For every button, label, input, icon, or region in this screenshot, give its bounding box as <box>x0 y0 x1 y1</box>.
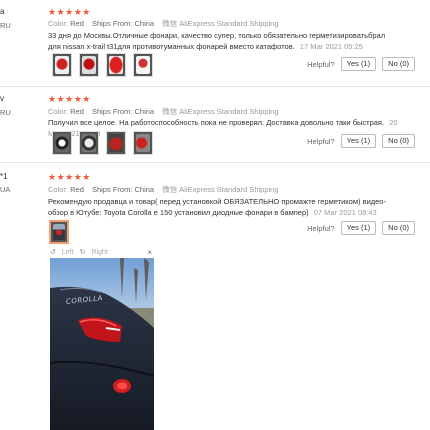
shipping-method: AliExpress Standard Shipping <box>179 107 279 116</box>
review-meta: Color: Red Ships From: China 微信 AliExpre… <box>48 106 279 117</box>
review-item: a RU ★★★★★ Color: Red Ships From: China … <box>0 0 430 86</box>
review-date: 07 Mar 2021 08:43 <box>313 207 377 217</box>
helpful-yes-button[interactable]: Yes (1) <box>340 134 377 148</box>
helpful-controls: Helpful? Yes (1) No (0) <box>307 57 415 71</box>
car-photo <box>50 258 154 430</box>
shipping-code: 微信 <box>162 185 178 194</box>
shipping-code: 微信 <box>162 107 178 116</box>
helpful-label: Helpful? <box>307 59 335 69</box>
review-photo-thumb[interactable] <box>52 131 72 155</box>
color-value: Red <box>70 185 84 194</box>
ships-from-value: China <box>134 185 155 194</box>
rotate-right-icon[interactable]: ↻ <box>80 248 86 256</box>
rotate-right-label[interactable]: Right <box>91 249 107 256</box>
helpful-yes-button[interactable]: Yes (1) <box>340 57 377 71</box>
review-text: 33 дня до Москвы.Отличные фонари, качест… <box>48 31 398 52</box>
star-rating: ★★★★★ <box>48 94 91 104</box>
color-label: Color: <box>48 19 69 28</box>
reviewer-country: UA <box>0 185 11 194</box>
helpful-no-button[interactable]: No (0) <box>382 221 415 235</box>
reviewer-country: RU <box>0 108 11 117</box>
shipping-method: AliExpress Standard Shipping <box>179 185 279 194</box>
helpful-yes-button[interactable]: Yes (1) <box>340 221 377 235</box>
review-photos <box>52 131 153 155</box>
star-rating: ★★★★★ <box>48 172 91 182</box>
review-meta: Color: Red Ships From: China 微信 AliExpre… <box>48 184 279 195</box>
review-photos <box>52 53 153 77</box>
color-label: Color: <box>48 185 69 194</box>
helpful-no-button[interactable]: No (0) <box>382 57 415 71</box>
ships-from-value: China <box>134 107 155 116</box>
color-value: Red <box>70 19 84 28</box>
ships-from-label: Ships From: <box>91 185 133 194</box>
photo-viewer-image: COROLLA <box>50 258 154 430</box>
review-photo-thumb[interactable] <box>133 53 153 77</box>
review-meta: Color: Red Ships From: China 微信 AliExpre… <box>48 18 279 29</box>
reviewer-name: a <box>0 7 5 16</box>
review-photo-thumb[interactable] <box>106 131 126 155</box>
helpful-controls: Helpful? Yes (1) No (0) <box>307 134 415 148</box>
review-photo-thumb-selected[interactable] <box>49 220 69 244</box>
ships-from-label: Ships From: <box>91 19 133 28</box>
reviewer-country: RU <box>0 21 11 30</box>
review-photo-thumb[interactable] <box>52 53 72 77</box>
review-body: Получил все целое. На работоспособность … <box>48 118 385 127</box>
close-icon[interactable]: × <box>147 248 152 257</box>
review-date: 17 Mar 2021 05:25 <box>299 41 363 51</box>
review-item: v RU ★★★★★ Color: Red Ships From: China … <box>0 87 430 162</box>
reviewer-name: v <box>0 94 4 103</box>
shipping-method: AliExpress Standard Shipping <box>179 19 279 28</box>
helpful-label: Helpful? <box>307 223 335 233</box>
helpful-controls: Helpful? Yes (1) No (0) <box>307 221 415 235</box>
reviewer-name: *1 <box>0 172 8 181</box>
helpful-label: Helpful? <box>307 136 335 146</box>
ships-from-label: Ships From: <box>91 107 133 116</box>
helpful-no-button[interactable]: No (0) <box>382 134 415 148</box>
review-text: Рекомендую продавца и товар( перед устан… <box>48 197 398 218</box>
review-photos <box>49 220 69 244</box>
rotate-left-icon[interactable]: ↺ <box>50 248 56 256</box>
rotate-left-label[interactable]: Left <box>62 249 74 256</box>
color-value: Red <box>70 107 84 116</box>
review-photo-thumb[interactable] <box>79 131 99 155</box>
review-photo-thumb[interactable] <box>133 131 153 155</box>
color-label: Color: <box>48 107 69 116</box>
review-photo-thumb[interactable] <box>106 53 126 77</box>
photo-viewer-toolbar: ↺ Left ↻ Right × <box>50 247 154 257</box>
shipping-code: 微信 <box>162 19 178 28</box>
review-photo-thumb[interactable] <box>79 53 99 77</box>
ships-from-value: China <box>134 19 155 28</box>
star-rating: ★★★★★ <box>48 7 91 17</box>
